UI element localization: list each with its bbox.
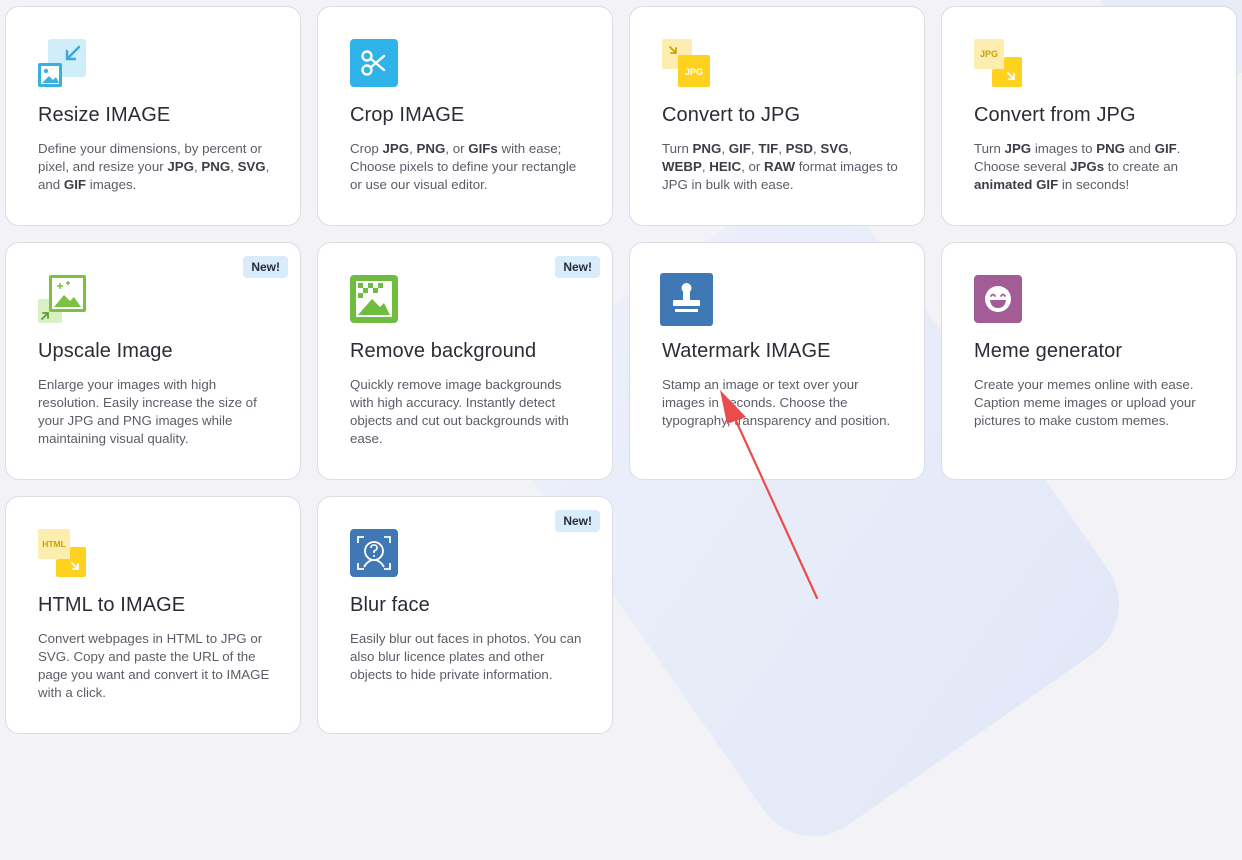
- card-title: Resize IMAGE: [38, 104, 171, 126]
- tool-card-resize[interactable]: Resize IMAGE Define your dimensions, by …: [5, 6, 301, 226]
- new-badge: New!: [243, 256, 288, 278]
- card-title: Convert to JPG: [662, 104, 801, 126]
- highlight-text: GIF: [63, 177, 87, 192]
- card-title: Watermark IMAGE: [662, 340, 831, 362]
- new-badge: New!: [555, 510, 600, 532]
- highlight-text: PNG: [1096, 141, 1126, 156]
- card-title: HTML to IMAGE: [38, 594, 186, 616]
- tool-card-html-to-image[interactable]: HTML HTML to IMAGE Convert webpages in H…: [5, 496, 301, 734]
- highlight-text: PNG: [692, 141, 722, 156]
- card-title: Remove background: [350, 340, 537, 362]
- card-description: Enlarge your images with high resolution…: [38, 377, 257, 446]
- scissors-icon: [350, 39, 398, 87]
- highlight-text: JPGs: [1070, 159, 1105, 174]
- blur-face-icon: [350, 529, 398, 577]
- card-description: Easily blur out faces in photos. You can…: [350, 631, 582, 682]
- tool-card-remove-background[interactable]: New! Remove background Quickly remove im…: [317, 242, 613, 480]
- upscale-icon: [38, 275, 86, 323]
- resize-icon: [38, 39, 86, 87]
- card-description: Turn JPG images to PNG and GIF. Choose s…: [974, 141, 1181, 192]
- convert-to-jpg-icon: JPG: [662, 39, 710, 87]
- convert-from-jpg-icon: JPG: [974, 39, 1022, 87]
- tool-card-watermark[interactable]: Watermark IMAGE Stamp an image or text o…: [629, 242, 925, 480]
- highlight-text: JPG: [382, 141, 410, 156]
- highlight-text: SVG: [820, 141, 849, 156]
- highlight-text: GIF: [1154, 141, 1177, 156]
- card-description: Create your memes online with ease. Capt…: [974, 377, 1196, 428]
- highlight-text: PSD: [785, 141, 814, 156]
- tool-card-convert-to-jpg[interactable]: JPG Convert to JPG Turn PNG, GIF, TIF, P…: [629, 6, 925, 226]
- highlight-text: WEBP: [662, 159, 702, 174]
- card-description: Crop JPG, PNG, or GIFs with ease; Choose…: [350, 141, 577, 192]
- new-badge: New!: [555, 256, 600, 278]
- svg-text:JPG: JPG: [685, 67, 703, 77]
- highlight-text: animated GIF: [974, 177, 1059, 192]
- card-description: Quickly remove image backgrounds with hi…: [350, 377, 569, 446]
- svg-text:HTML: HTML: [42, 539, 66, 549]
- highlight-text: PNG: [416, 141, 446, 156]
- card-title: Blur face: [350, 594, 430, 616]
- card-title: Convert from JPG: [974, 104, 1136, 126]
- highlight-text: TIF: [758, 141, 779, 156]
- highlight-text: RAW: [763, 159, 796, 174]
- html-to-image-icon: HTML: [38, 529, 86, 577]
- stamp-icon: [660, 273, 713, 326]
- laughing-face-icon: [974, 275, 1022, 323]
- card-description: Turn PNG, GIF, TIF, PSD, SVG, WEBP, HEIC…: [662, 141, 898, 192]
- card-title: Crop IMAGE: [350, 104, 465, 126]
- tool-card-blur-face[interactable]: New! Blur face Easily blur out faces in …: [317, 496, 613, 734]
- card-description: Define your dimensions, by percent or pi…: [38, 141, 270, 192]
- card-title: Upscale Image: [38, 340, 173, 362]
- highlight-text: SVG: [237, 159, 266, 174]
- card-title: Meme generator: [974, 340, 1123, 362]
- highlight-text: PNG: [201, 159, 231, 174]
- card-description: Convert webpages in HTML to JPG or SVG. …: [38, 631, 270, 700]
- card-description: Stamp an image or text over your images …: [662, 377, 891, 428]
- tool-card-crop[interactable]: Crop IMAGE Crop JPG, PNG, or GIFs with e…: [317, 6, 613, 226]
- tool-card-upscale[interactable]: New! Upscale Image Enlarge your images w…: [5, 242, 301, 480]
- tool-card-convert-from-jpg[interactable]: JPG Convert from JPG Turn JPG images to …: [941, 6, 1237, 226]
- remove-background-icon: [350, 275, 398, 323]
- tool-card-meme-generator[interactable]: Meme generator Create your memes online …: [941, 242, 1237, 480]
- highlight-text: JPG: [167, 159, 194, 174]
- highlight-text: GIFs: [468, 141, 498, 156]
- svg-text:JPG: JPG: [980, 49, 998, 59]
- highlight-text: HEIC: [709, 159, 742, 174]
- highlight-text: GIF: [728, 141, 751, 156]
- highlight-text: JPG: [1004, 141, 1032, 156]
